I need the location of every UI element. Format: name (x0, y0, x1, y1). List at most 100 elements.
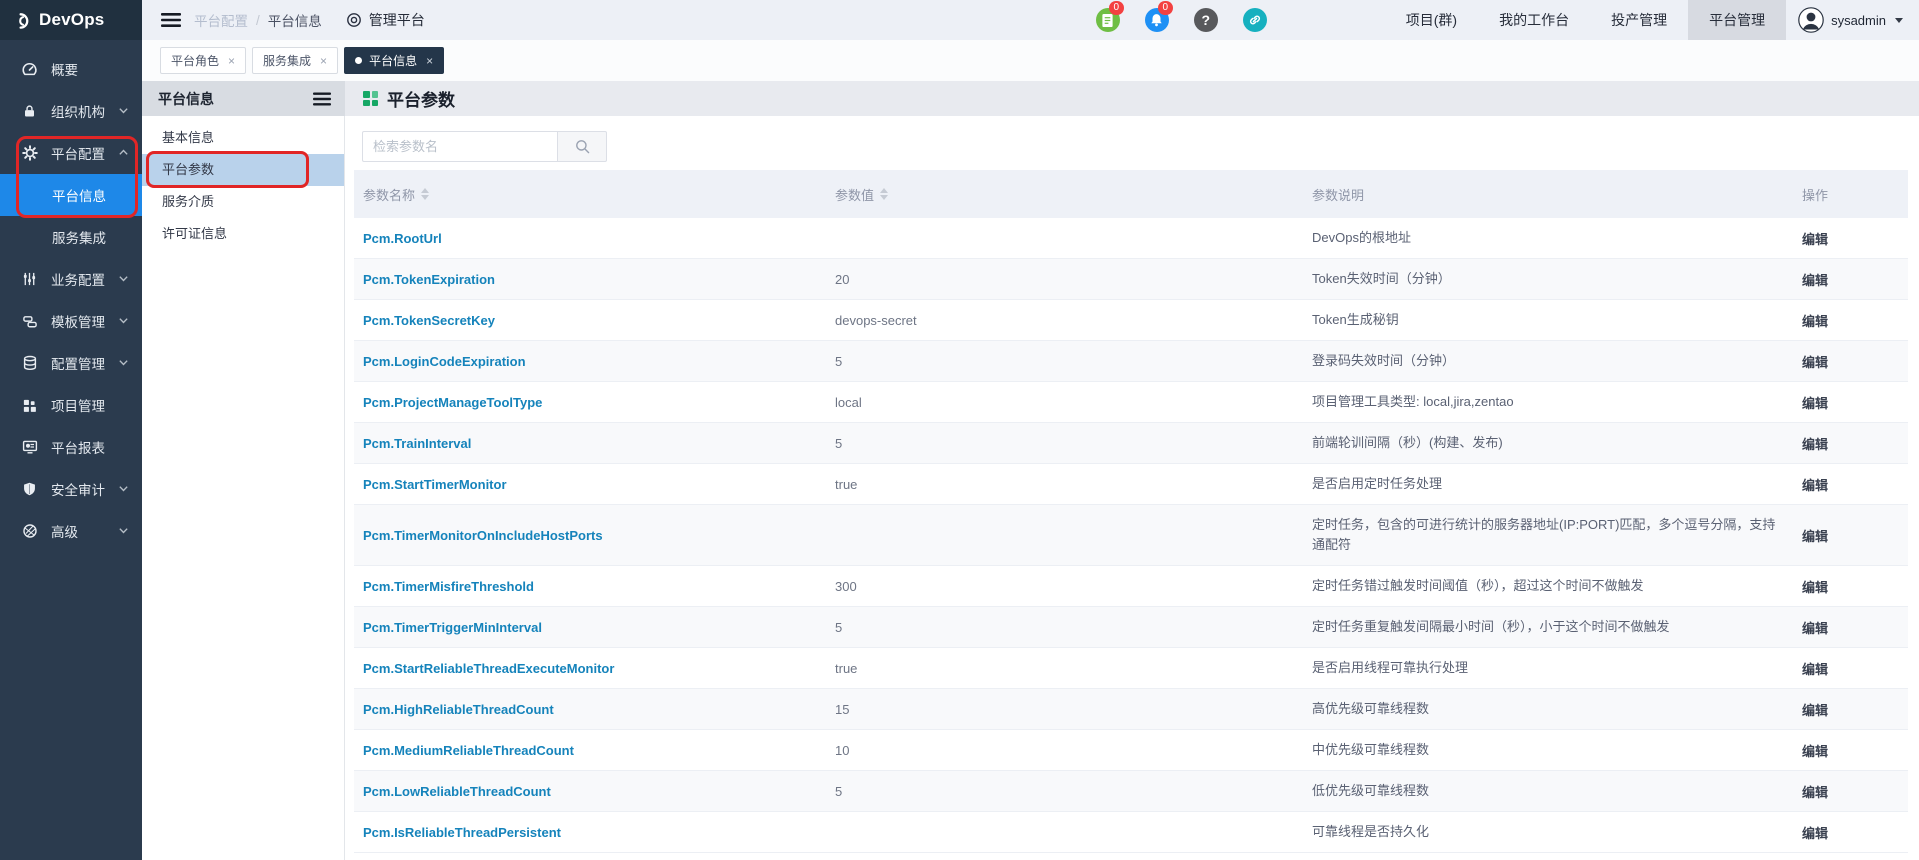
nav-item-projects[interactable]: 项目(群) (1385, 0, 1478, 40)
document-icon[interactable]: 0 (1096, 8, 1120, 32)
sidebar-item-project-mgmt[interactable]: 项目管理 (0, 384, 142, 426)
param-name-link[interactable]: Pcm.TimerMonitorOnIncludeHostPorts (363, 528, 603, 543)
app-logo[interactable]: DevOps (0, 0, 142, 40)
param-name-link[interactable]: Pcm.IsReliableThreadPersistent (363, 825, 561, 840)
help-icon[interactable]: ? (1194, 8, 1218, 32)
edit-button[interactable]: 编辑 (1802, 273, 1828, 288)
sidebar-item-template-mgmt[interactable]: 模板管理 (0, 300, 142, 342)
sidebar-item-advanced[interactable]: 高级 (0, 510, 142, 552)
sidebar-item-label: 模板管理 (51, 311, 105, 331)
sidebar-item-organization[interactable]: 组织机构 (0, 90, 142, 132)
param-name-cell: Pcm.StartReliableThreadExecuteMonitor (354, 661, 826, 676)
param-name-link[interactable]: Pcm.StartTimerMonitor (363, 477, 507, 492)
header-nav: 项目(群)我的工作台投产管理平台管理 (1385, 0, 1786, 40)
table-row: Pcm.TimerTriggerMinInterval5定时任务重复触发间隔最小… (354, 607, 1908, 648)
param-name-link[interactable]: Pcm.StartReliableThreadExecuteMonitor (363, 661, 614, 676)
breadcrumb-parent[interactable]: 平台配置 (194, 10, 248, 30)
param-name-link[interactable]: Pcm.TimerMisfireThreshold (363, 579, 534, 594)
tab-platform-info[interactable]: 平台信息× (344, 47, 444, 74)
nav-item-platform[interactable]: 平台管理 (1688, 0, 1786, 40)
sidebar-item-label: 配置管理 (51, 353, 105, 373)
sidebar-item-overview[interactable]: 概要 (0, 48, 142, 90)
edit-button[interactable]: 编辑 (1802, 826, 1828, 841)
actions-cell: 编辑 (1793, 229, 1908, 248)
param-name-link[interactable]: Pcm.TokenSecretKey (363, 313, 495, 328)
param-value: true (826, 661, 1303, 676)
edit-button[interactable]: 编辑 (1802, 580, 1828, 595)
param-name-link[interactable]: Pcm.MediumReliableThreadCount (363, 743, 574, 758)
manage-platform-label[interactable]: 管理平台 (346, 10, 425, 30)
main-panel: 参数名称 参数值 参数说明 操作 Pcm.RootUrlDevOps的根地址 (345, 116, 1919, 860)
table-row: Pcm.MediumReliableThreadCount10中优先级可靠线程数… (354, 730, 1908, 771)
edit-button[interactable]: 编辑 (1802, 744, 1828, 759)
search-input[interactable] (362, 131, 557, 162)
open-tabs-bar: 平台角色×服务集成×平台信息× (142, 40, 1919, 81)
sidebar-item-label: 业务配置 (51, 269, 105, 289)
param-name-link[interactable]: Pcm.ProjectManageToolType (363, 395, 542, 410)
param-name-link[interactable]: Pcm.LowReliableThreadCount (363, 784, 551, 799)
link-icon[interactable] (1243, 8, 1267, 32)
param-name-cell: Pcm.TokenExpiration (354, 272, 826, 287)
actions-cell: 编辑 (1793, 270, 1908, 289)
nav-item-workbench[interactable]: 我的工作台 (1478, 0, 1590, 40)
edit-button[interactable]: 编辑 (1802, 703, 1828, 718)
edit-button[interactable]: 编辑 (1802, 232, 1828, 247)
param-name-cell: Pcm.IsReliableThreadPersistent (354, 825, 826, 840)
user-name: sysadmin (1831, 13, 1886, 28)
search-button[interactable] (557, 131, 607, 162)
sidebar-item-config-mgmt[interactable]: 配置管理 (0, 342, 142, 384)
close-tab-icon[interactable]: × (320, 54, 327, 68)
param-description: Token失效时间（分钟） (1303, 259, 1793, 299)
param-name-link[interactable]: Pcm.LoginCodeExpiration (363, 354, 526, 369)
user-menu[interactable]: sysadmin (1786, 7, 1919, 33)
edit-button[interactable]: 编辑 (1802, 621, 1828, 636)
menu-collapse-icon[interactable] (161, 12, 181, 28)
param-name-link[interactable]: Pcm.TimerTriggerMinInterval (363, 620, 542, 635)
edit-button[interactable]: 编辑 (1802, 529, 1828, 544)
section-band: 平台信息 平台参数 (142, 81, 1919, 116)
sort-icon[interactable] (421, 188, 429, 200)
sidebar-item-security-audit[interactable]: 安全审计 (0, 468, 142, 510)
panel-item-platform-params[interactable]: 平台参数 (142, 154, 344, 186)
column-header-name[interactable]: 参数名称 (354, 185, 826, 204)
actions-cell: 编辑 (1793, 311, 1908, 330)
panel-collapse-icon[interactable] (313, 92, 331, 106)
table-row: Pcm.LowReliableThreadCount5低优先级可靠线程数编辑 (354, 771, 1908, 812)
sidebar-item-platform-report[interactable]: 平台报表 (0, 426, 142, 468)
table-row: Pcm.IsReliableThreadPersistent可靠线程是否持久化编… (354, 812, 1908, 853)
sidebar-item-service-integration[interactable]: 服务集成 (0, 216, 142, 258)
edit-button[interactable]: 编辑 (1802, 314, 1828, 329)
edit-button[interactable]: 编辑 (1802, 396, 1828, 411)
close-tab-icon[interactable]: × (228, 54, 235, 68)
panel-item-license-info[interactable]: 许可证信息 (142, 218, 344, 250)
tab-platform-role[interactable]: 平台角色× (160, 47, 246, 74)
breadcrumb-current: 平台信息 (268, 10, 322, 30)
sidebar-item-business-config[interactable]: 业务配置 (0, 258, 142, 300)
sort-icon[interactable] (880, 188, 888, 200)
sidebar-item-label: 组织机构 (51, 101, 105, 121)
param-name-link[interactable]: Pcm.HighReliableThreadCount (363, 702, 554, 717)
column-header-description: 参数说明 (1303, 185, 1793, 204)
edit-button[interactable]: 编辑 (1802, 785, 1828, 800)
edit-button[interactable]: 编辑 (1802, 478, 1828, 493)
param-name-link[interactable]: Pcm.TrainInterval (363, 436, 471, 451)
param-name-link[interactable]: Pcm.TokenExpiration (363, 272, 495, 287)
param-name-link[interactable]: Pcm.RootUrl (363, 231, 442, 246)
bell-icon[interactable]: 0 (1145, 8, 1169, 32)
sidebar-item-platform-info[interactable]: 平台信息 (0, 174, 142, 216)
panel-item-basic-info[interactable]: 基本信息 (142, 122, 344, 154)
panel-item-service-media[interactable]: 服务介质 (142, 186, 344, 218)
tab-service-integration[interactable]: 服务集成× (252, 47, 338, 74)
edit-button[interactable]: 编辑 (1802, 437, 1828, 452)
nav-item-production[interactable]: 投产管理 (1590, 0, 1688, 40)
param-value: devops-secret (826, 313, 1303, 328)
edit-button[interactable]: 编辑 (1802, 355, 1828, 370)
close-tab-icon[interactable]: × (426, 54, 433, 68)
column-header-actions: 操作 (1793, 185, 1908, 204)
edit-button[interactable]: 编辑 (1802, 662, 1828, 677)
breadcrumb-separator: / (256, 13, 260, 28)
header-icon-group: 0 0? (1096, 8, 1267, 32)
column-header-value[interactable]: 参数值 (826, 185, 1303, 204)
chevron-up-icon (118, 147, 130, 159)
sidebar-item-platform-config[interactable]: 平台配置 (0, 132, 142, 174)
